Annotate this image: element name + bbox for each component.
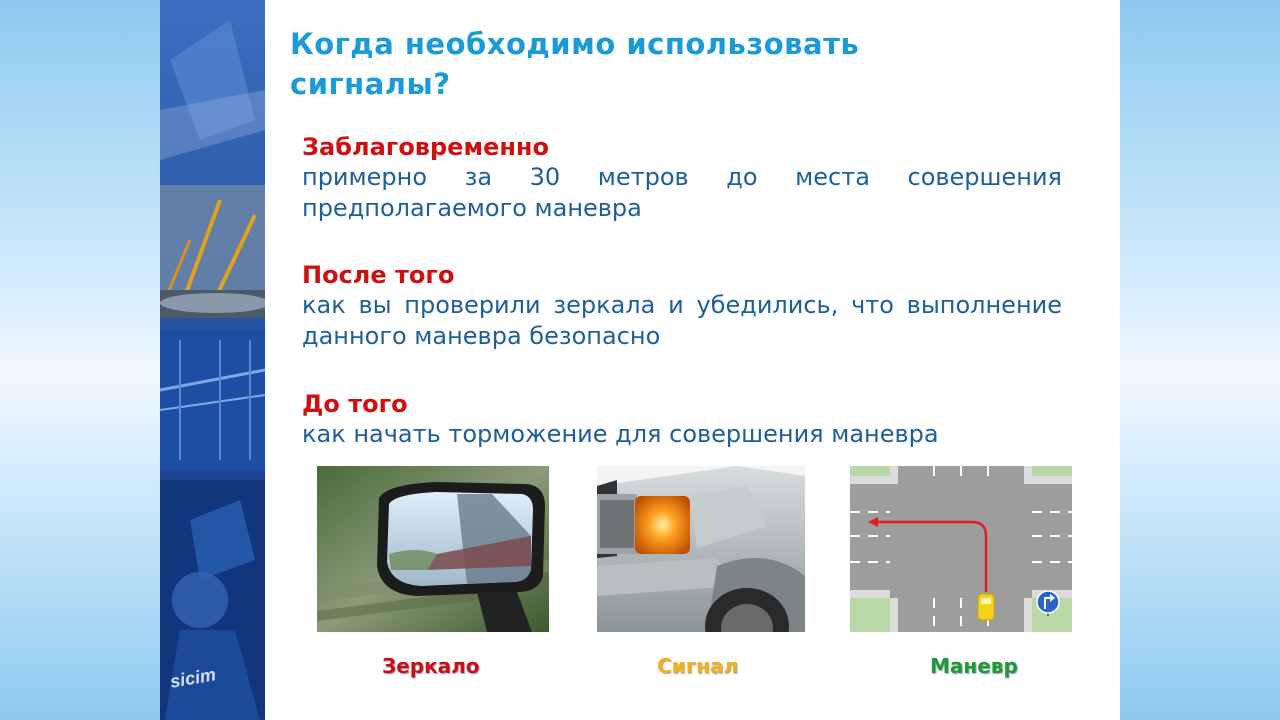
caption-signal: Сигнал	[657, 654, 739, 678]
title-line-1: Когда необходимо использовать	[290, 27, 860, 61]
sidebar-photo-strip: sicim	[160, 0, 265, 720]
point-body: как начать торможение для совершения ман…	[302, 420, 939, 448]
point-heading: До того	[302, 390, 408, 418]
point-3: До того как начать торможение для соверш…	[302, 389, 1062, 450]
signal-photo	[597, 466, 805, 632]
point-2: После того как вы проверили зеркала и уб…	[302, 260, 1062, 352]
page-title: Когда необходимо использовать сигналы?	[290, 24, 990, 104]
point-body: примерно за 30 метров до места совершени…	[302, 163, 1062, 222]
caption-mirror: Зеркало	[382, 654, 480, 678]
title-line-2: сигналы?	[290, 67, 451, 101]
mirror-photo	[317, 466, 549, 632]
background-left	[0, 0, 160, 720]
caption-maneuver: Маневр	[930, 654, 1018, 678]
point-body: как вы проверили зеркала и убедились, чт…	[302, 291, 1062, 350]
point-heading: После того	[302, 261, 455, 289]
point-1: Заблаговременно примерно за 30 метров до…	[302, 132, 1062, 224]
maneuver-diagram	[850, 466, 1072, 632]
slide: sicim Когда необходимо использовать сигн…	[160, 0, 1120, 720]
pipeline-collage-image	[160, 0, 265, 720]
background-right	[1120, 0, 1280, 720]
point-heading: Заблаговременно	[302, 133, 549, 161]
